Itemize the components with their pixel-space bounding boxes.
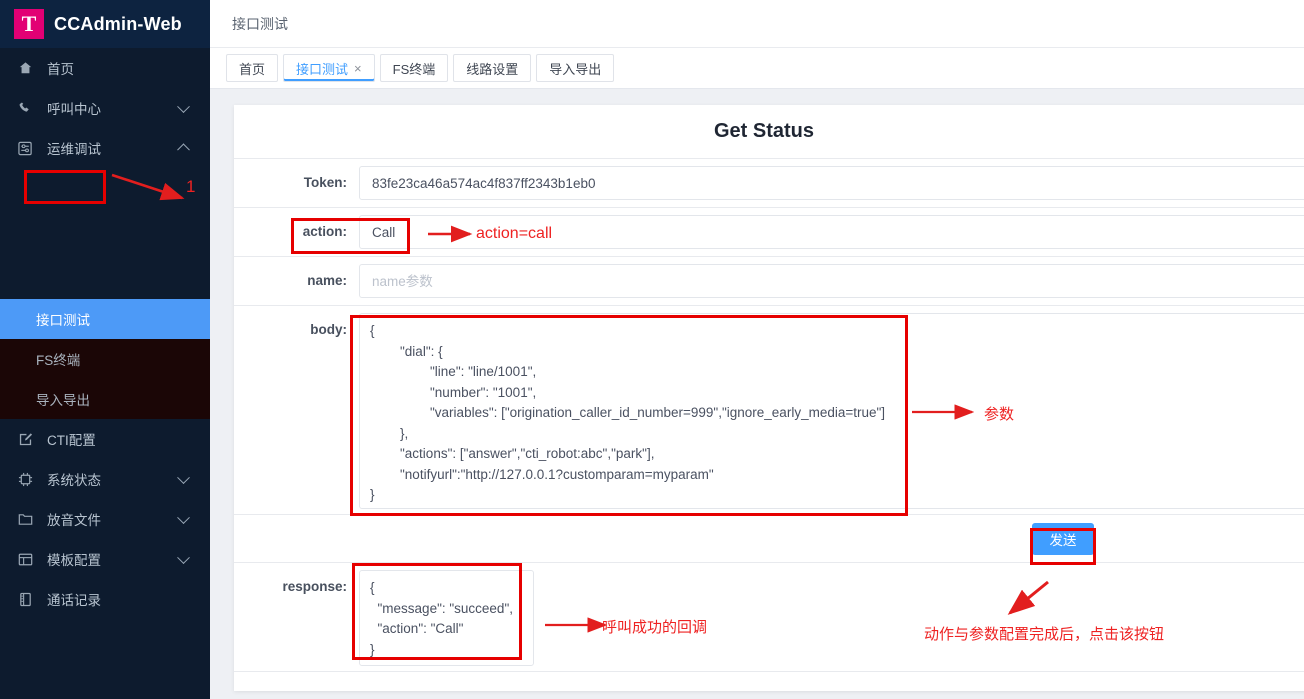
chip-icon [18, 471, 38, 487]
tab-label: 导入导出 [549, 59, 601, 78]
response-textarea[interactable]: { "message": "succeed", "action": "Call"… [359, 570, 534, 666]
chevron-up-icon [177, 143, 190, 156]
sidebar-menu-bottom: CTI配置 系统状态 [0, 419, 210, 699]
sidebar-item-template-config[interactable]: 模板配置 [0, 539, 210, 579]
sidebar-item-label: 呼叫中心 [47, 98, 101, 118]
sidebar-item-call-center[interactable]: 呼叫中心 [0, 88, 210, 128]
sidebar-subitem-label: 接口测试 [36, 309, 90, 329]
name-input[interactable] [359, 264, 1304, 298]
tab-home[interactable]: 首页 [226, 54, 278, 82]
annotation-label-action: action=call [476, 225, 552, 243]
sidebar-brand[interactable]: T CCAdmin-Web [0, 0, 210, 48]
tab-line-settings[interactable]: 线路设置 [453, 54, 531, 82]
form-row-action: action: [234, 207, 1304, 256]
interface-test-card: Get Status Token: action: name: [234, 105, 1304, 691]
tab-label: 线路设置 [466, 59, 518, 78]
template-icon [18, 551, 38, 567]
brand-logo-icon: T [14, 9, 44, 39]
sidebar-menu-top: 首页 呼叫中心 运维调 [0, 48, 210, 299]
tab-label: FS终端 [393, 59, 436, 78]
form-row-send: 发送 [234, 514, 1304, 562]
form-row-tail [234, 671, 1304, 691]
body-textarea[interactable]: { "dial": { "line": "line/1001", "number… [359, 313, 1304, 509]
form-row-body: body: { "dial": { "line": "line/1001", "… [234, 305, 1304, 514]
tab-label: 接口测试 [296, 59, 348, 78]
book-icon [18, 591, 38, 607]
form-row-response: response: { "message": "succeed", "actio… [234, 562, 1304, 671]
tab-label: 首页 [239, 59, 265, 78]
action-label: action: [234, 208, 359, 256]
form-row-token: Token: [234, 158, 1304, 207]
breadcrumb: 接口测试 [232, 14, 288, 34]
tab-interface-test[interactable]: 接口测试 × [283, 54, 375, 82]
chevron-down-icon [177, 471, 190, 484]
sidebar-item-system-status[interactable]: 系统状态 [0, 459, 210, 499]
sidebar-item-label: 模板配置 [47, 549, 101, 569]
sidebar-item-label: 通话记录 [47, 589, 101, 609]
annotation-label-sidebar: 1 [186, 177, 195, 197]
tab-fs-terminal[interactable]: FS终端 [380, 54, 449, 82]
home-icon [18, 60, 38, 76]
sidebar-item-fs-terminal[interactable]: FS终端 [0, 339, 210, 379]
response-label: response: [234, 563, 359, 611]
send-button[interactable]: 发送 [1032, 523, 1094, 555]
page-title: Get Status [234, 105, 1304, 158]
tune-icon [18, 140, 38, 156]
sidebar-submenu-ops-debug: 接口测试 FS终端 导入导出 [0, 299, 210, 419]
chevron-down-icon [177, 100, 190, 113]
form-row-name: name: [234, 256, 1304, 305]
name-label: name: [234, 257, 359, 305]
sidebar-subitem-label: 导入导出 [36, 389, 90, 409]
chevron-down-icon [177, 551, 190, 564]
sidebar-item-label: CTI配置 [47, 429, 96, 449]
topbar: 接口测试 [210, 0, 1304, 48]
sidebar-item-ops-debug[interactable]: 运维调试 [0, 128, 210, 168]
sidebar-item-cti-config[interactable]: CTI配置 [0, 419, 210, 459]
edit-square-icon [18, 431, 38, 447]
tabbar: 首页 接口测试 × FS终端 线路设置 导入导出 [210, 48, 1304, 89]
sidebar-item-call-records[interactable]: 通话记录 [0, 579, 210, 619]
phone-icon [18, 100, 38, 116]
sidebar-item-import-export[interactable]: 导入导出 [0, 379, 210, 419]
sidebar-item-label: 运维调试 [47, 138, 101, 158]
token-input[interactable] [359, 166, 1304, 200]
sidebar-item-label: 首页 [47, 58, 74, 78]
chevron-down-icon [177, 511, 190, 524]
annotation-label-send: 动作与参数配置完成后，点击该按钮 [924, 623, 1164, 644]
annotation-label-body: 参数 [984, 403, 1014, 424]
sidebar-item-label: 放音文件 [47, 509, 101, 529]
sidebar-item-audio-files[interactable]: 放音文件 [0, 499, 210, 539]
brand-title: CCAdmin-Web [54, 14, 182, 35]
token-label: Token: [234, 159, 359, 207]
annotation-label-response: 呼叫成功的回调 [602, 616, 707, 637]
main-content: Get Status Token: action: name: [210, 89, 1304, 699]
sidebar-subitem-label: FS终端 [36, 349, 80, 369]
tab-import-export[interactable]: 导入导出 [536, 54, 614, 82]
body-label: body: [234, 306, 359, 354]
sidebar-item-label: 系统状态 [47, 469, 101, 489]
sidebar-item-home[interactable]: 首页 [0, 48, 210, 88]
sidebar: T CCAdmin-Web 首页 呼叫中心 [0, 0, 210, 699]
close-icon[interactable]: × [354, 62, 362, 75]
sidebar-item-interface-test[interactable]: 接口测试 [0, 299, 210, 339]
folder-icon [18, 511, 38, 527]
